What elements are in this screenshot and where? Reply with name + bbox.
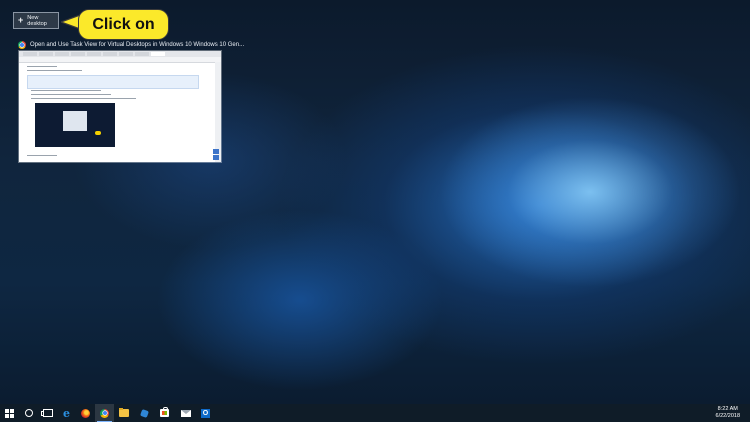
taskbar-clock[interactable]: 8:22 AM 6/22/2018 (716, 406, 740, 420)
mail-icon (180, 409, 191, 417)
thumbnail-highlight-box (27, 75, 199, 89)
app-icon (140, 409, 150, 418)
task-view-icon (40, 409, 53, 417)
cortana-circle-icon (24, 409, 33, 417)
edge-icon: e (63, 406, 70, 420)
chrome-icon (18, 41, 26, 49)
clock-time: 8:22 AM (717, 406, 738, 412)
thumbnail-scrollbar (215, 62, 221, 162)
chrome-taskbar-button[interactable] (95, 404, 114, 422)
windows-logo-icon (5, 408, 14, 418)
taskbar: e O 8:22 AM 6/22/2018 (0, 404, 750, 422)
mail-taskbar-button[interactable] (176, 404, 195, 422)
edge-taskbar-button[interactable]: e (57, 404, 76, 422)
folder-icon (118, 407, 129, 417)
thumbnail-screenshot-image (35, 103, 115, 147)
callout-text: Click on (92, 15, 155, 33)
firefox-icon (81, 408, 90, 418)
store-taskbar-button[interactable] (155, 404, 174, 422)
outlook-taskbar-button[interactable]: O (196, 404, 215, 422)
thumbnail-float-button (213, 155, 219, 160)
firefox-taskbar-button[interactable] (76, 404, 95, 422)
thumbnail-footer-text (27, 155, 57, 157)
app-taskbar-button[interactable] (135, 404, 154, 422)
thumbnail-toolbar (19, 57, 221, 63)
clock-date: 6/22/2018 (715, 413, 740, 419)
thumbnail-float-button (213, 149, 219, 154)
store-icon (160, 406, 169, 417)
window-title-text: Open and Use Task View for Virtual Deskt… (30, 42, 245, 48)
new-desktop-label: New desktop (27, 14, 47, 27)
task-view-button[interactable] (38, 404, 57, 422)
window-title-bar[interactable]: Open and Use Task View for Virtual Deskt… (18, 41, 244, 49)
cortana-button[interactable] (19, 404, 38, 422)
outlook-icon: O (201, 408, 210, 418)
chrome-icon (100, 408, 109, 418)
window-thumbnail[interactable] (19, 51, 221, 162)
file-explorer-taskbar-button[interactable] (114, 404, 133, 422)
new-desktop-button[interactable]: + New desktop (13, 12, 59, 29)
plus-icon: + (18, 15, 24, 25)
annotation-callout: Click on (78, 9, 169, 40)
start-button[interactable] (0, 404, 19, 422)
